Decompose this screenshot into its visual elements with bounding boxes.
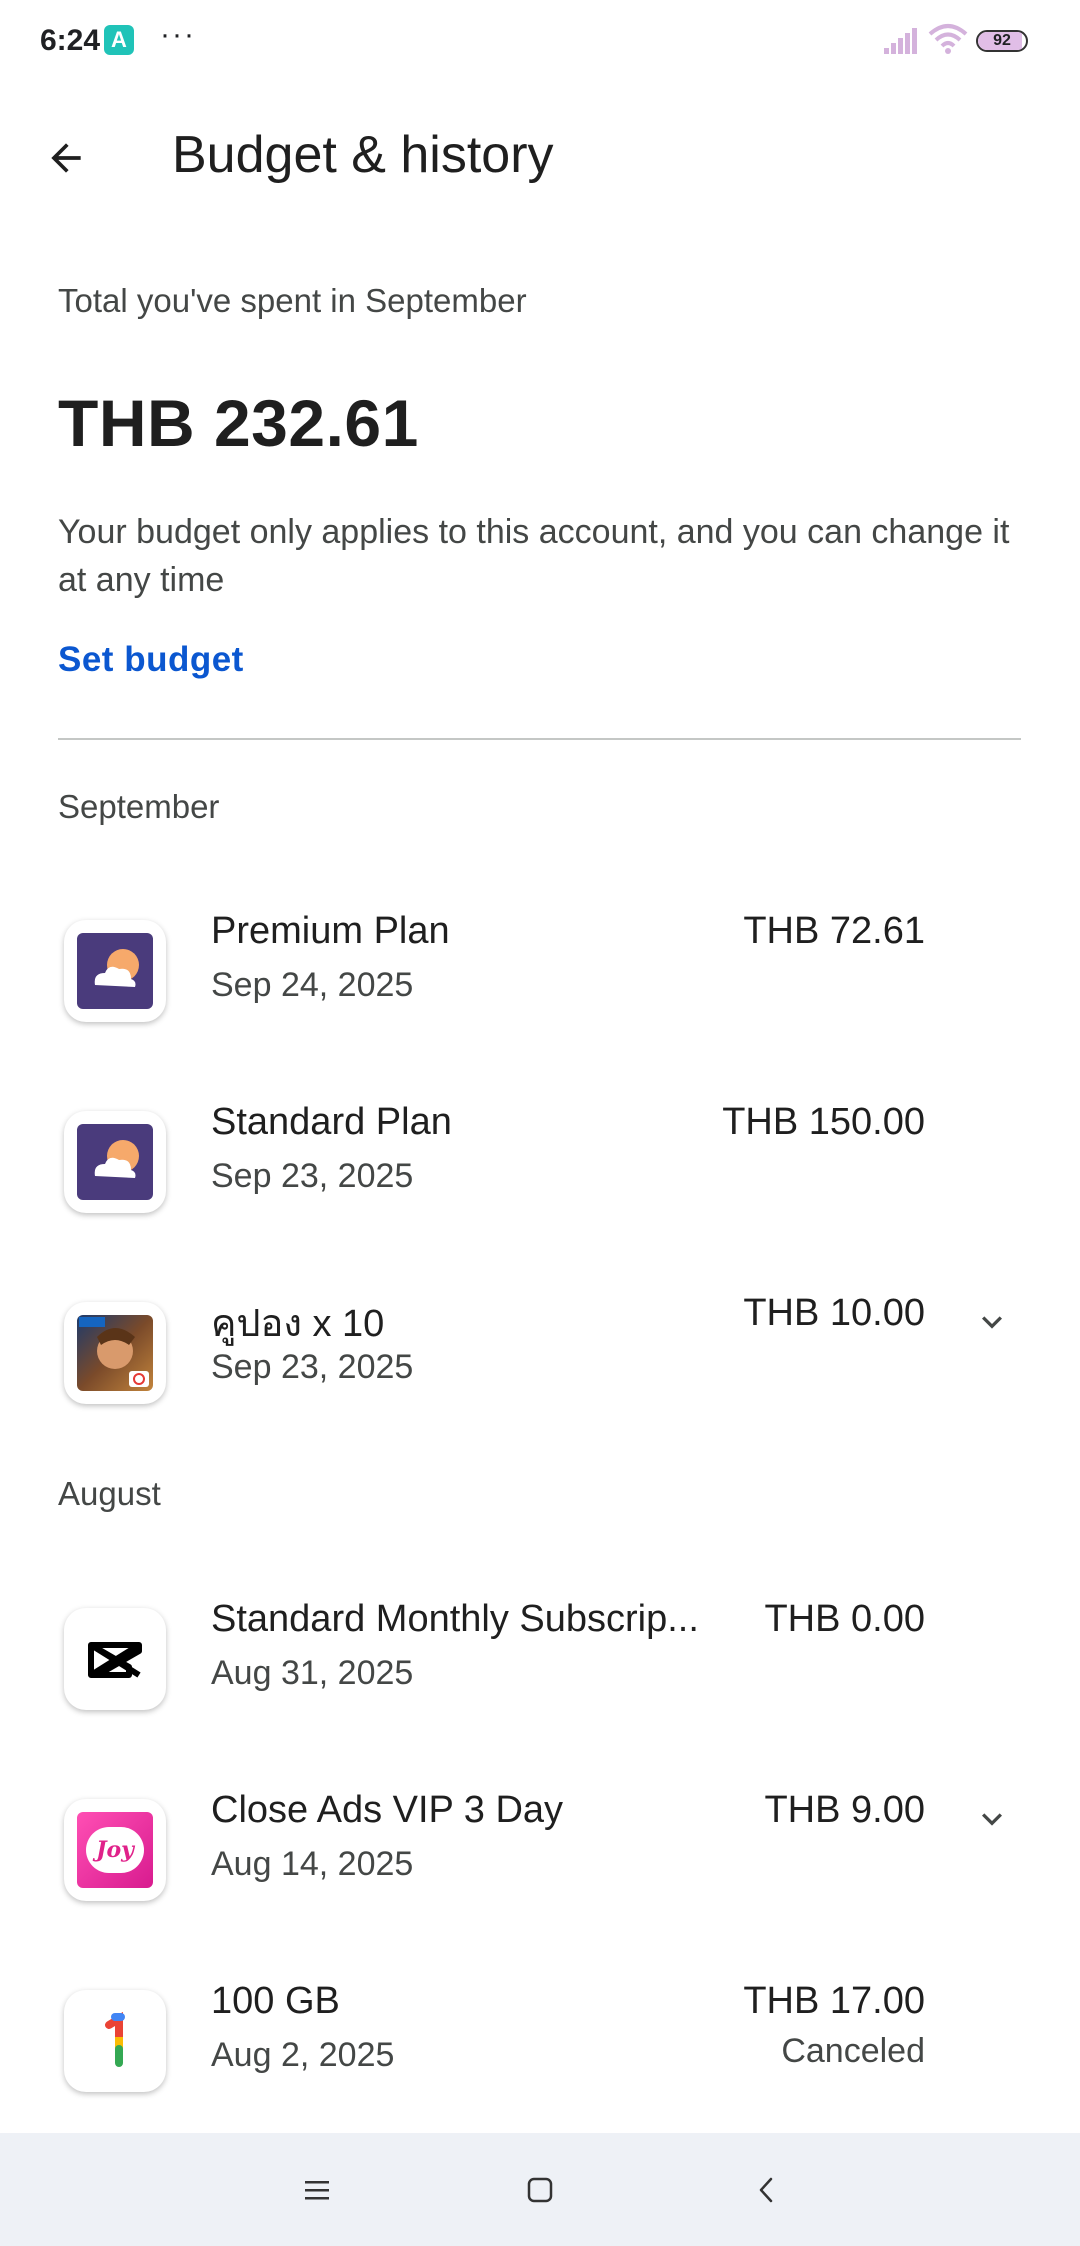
purchase-row[interactable]: คูปอง x 10 Sep 23, 2025 THB 10.00 [0,1272,1080,1442]
google-one-app-icon [64,1990,166,2092]
status-bar: 6:24 A ··· 92 [0,0,1080,82]
total-spent-amount: THB 232.61 [58,386,419,460]
purchase-date: Aug 2, 2025 [211,2036,395,2074]
notification-app-icon: A [104,25,134,55]
recents-button[interactable] [268,2133,368,2246]
purchase-title: 100 GB [211,1980,340,2022]
menu-icon [305,2180,329,2199]
purchase-title: Standard Plan [211,1101,452,1143]
purchase-amount: THB 9.00 [764,1789,925,1831]
wifi-icon [928,22,968,61]
purchase-row[interactable]: Standard Monthly Subscrip... Aug 31, 202… [0,1578,1080,1748]
purchase-amount: THB 0.00 [764,1598,925,1640]
purchase-title: Premium Plan [211,910,450,952]
budget-note: Your budget only applies to this account… [58,513,1010,599]
expand-chevron-icon[interactable] [968,1795,1016,1843]
purchase-row[interactable]: Premium Plan Sep 24, 2025 THB 72.61 [0,890,1080,1060]
purchase-title: Standard Monthly Subscrip... [211,1598,699,1640]
purchase-amount: THB 10.00 [743,1292,925,1334]
cloud-sun-app-icon [64,1111,166,1213]
joy-app-icon: Joy [64,1799,166,1901]
divider [58,738,1021,740]
purchase-row[interactable]: 100 GB Aug 2, 2025 THB 17.00 Canceled [0,1960,1080,2130]
purchase-date: Aug 14, 2025 [211,1845,414,1883]
top-app-bar: Budget & history [0,100,1080,212]
purchase-row[interactable]: Standard Plan Sep 23, 2025 THB 150.00 [0,1081,1080,1251]
page-title: Budget & history [172,126,554,184]
purchase-date: Aug 31, 2025 [211,1654,414,1692]
expand-chevron-icon[interactable] [968,1298,1016,1346]
joy-logo-text: Joy [96,1837,134,1863]
purchase-row[interactable]: Joy Close Ads VIP 3 Day Aug 14, 2025 THB… [0,1769,1080,1939]
purchase-status: Canceled [781,2032,925,2070]
purchase-amount: THB 72.61 [743,910,925,952]
set-budget-button[interactable]: Set budget [58,640,244,680]
more-notifications-icon: ··· [160,18,196,51]
back-button[interactable] [30,122,102,194]
arrow-back-icon [51,143,81,173]
purchase-title: คูปอง x 10 [211,1303,385,1345]
total-spent-label: Total you've spent in September [58,282,527,319]
purchase-title: Close Ads VIP 3 Day [211,1789,564,1831]
purchase-amount: THB 150.00 [722,1101,925,1143]
purchase-amount: THB 17.00 [743,1980,925,2022]
system-nav-bar [0,2133,1080,2246]
signal-icon [884,26,920,59]
cloud-sun-app-icon [64,920,166,1022]
section-header-august: August [58,1475,161,1512]
home-button[interactable] [490,2133,590,2246]
nav-back-button[interactable] [716,2133,816,2246]
purchase-date: Sep 23, 2025 [211,1157,414,1195]
purchase-date: Sep 24, 2025 [211,966,414,1004]
battery-icon: 92 [976,30,1028,52]
game-hero-app-icon [64,1302,166,1404]
home-square-icon [527,2177,553,2202]
battery-level: 92 [993,32,1011,49]
back-triangle-icon [759,2177,773,2202]
status-time: 6:24 [40,24,101,57]
section-header-september: September [58,788,220,825]
capcut-app-icon [64,1608,166,1710]
purchase-date: Sep 23, 2025 [211,1348,414,1386]
